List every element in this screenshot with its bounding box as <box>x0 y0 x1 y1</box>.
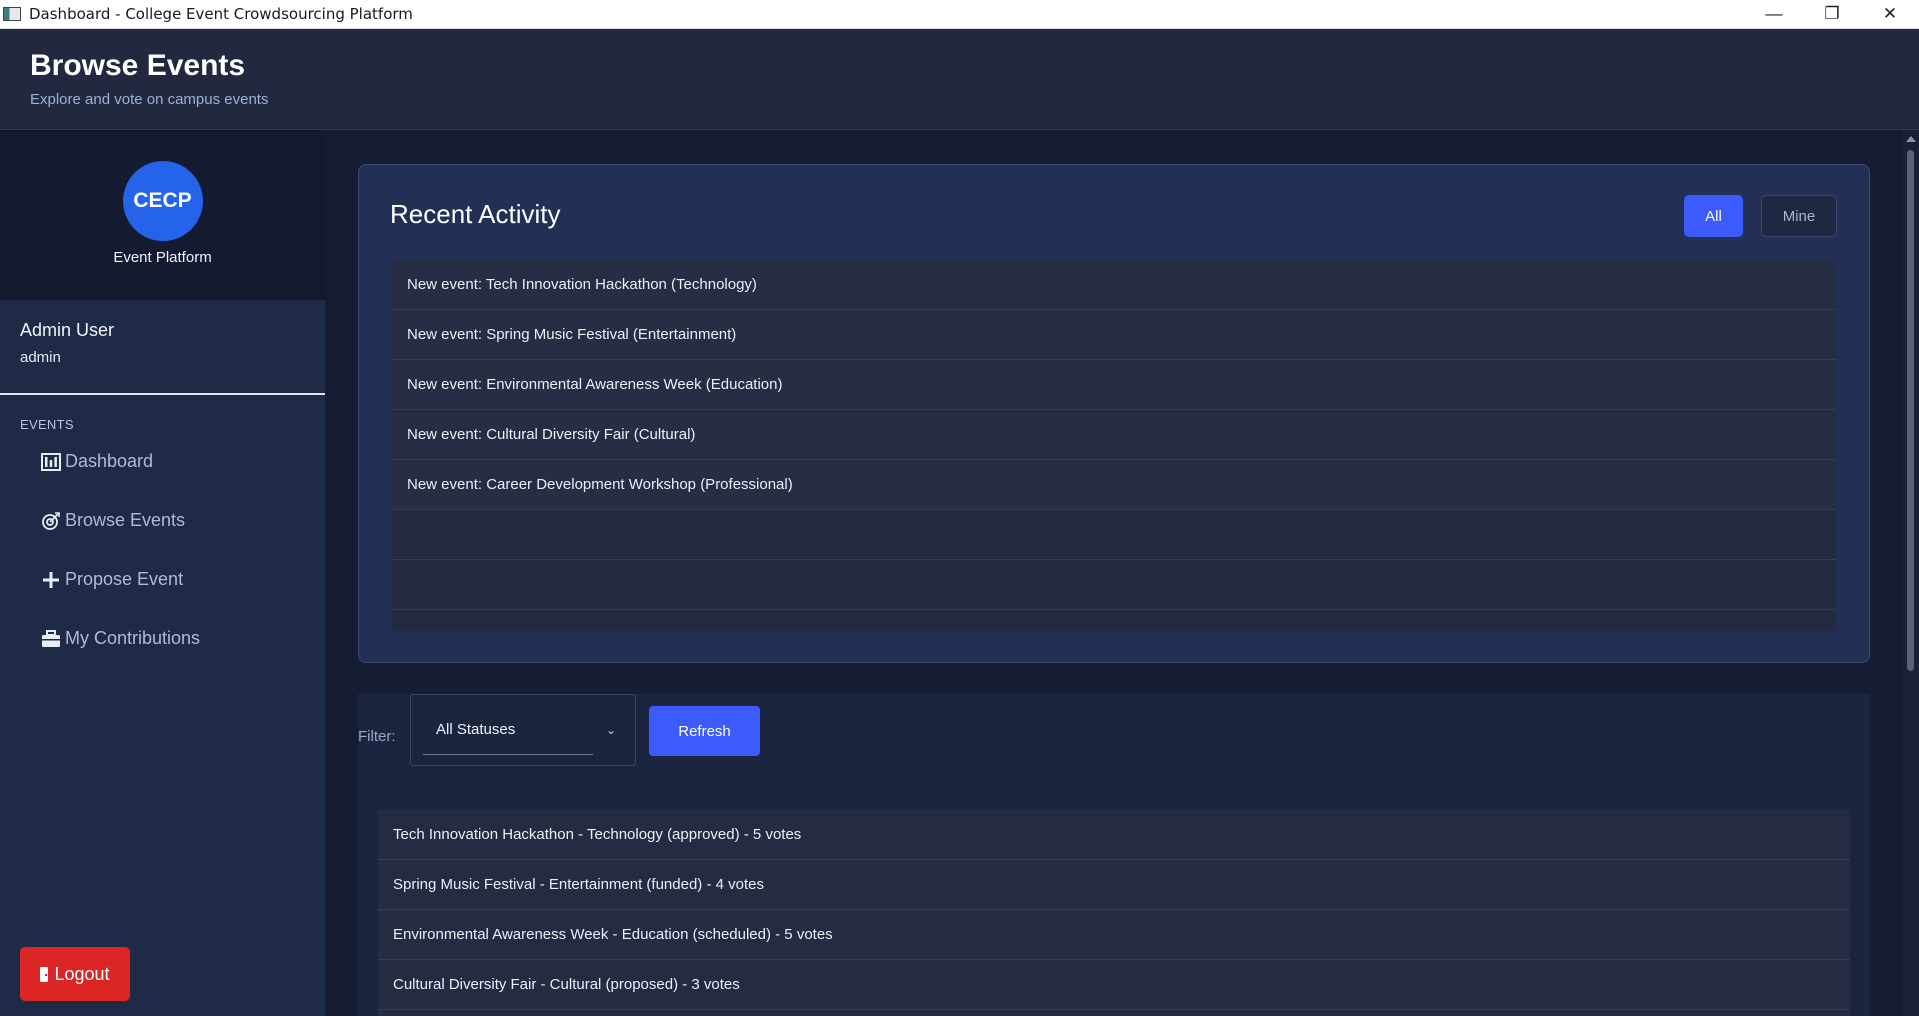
window-controls: — ❐ ✕ <box>1745 0 1919 29</box>
nav-section: EVENTS Dashboard Browse Events Propose E… <box>0 395 325 668</box>
user-name: Admin User <box>20 320 115 340</box>
list-item[interactable] <box>378 1010 1850 1016</box>
sidebar-item-label: Dashboard <box>65 451 154 471</box>
user-info: Admin User admin <box>0 300 325 395</box>
status-filter-value: All Statuses <box>436 721 516 738</box>
window-title: Dashboard - College Event Crowdsourcing … <box>29 5 413 23</box>
close-button[interactable]: ✕ <box>1861 0 1919 29</box>
select-underline <box>423 754 593 755</box>
list-item[interactable]: New event: Career Development Workshop (… <box>392 460 1836 510</box>
logout-label: Logout <box>54 963 110 984</box>
sidebar: CECP Event Platform Admin User admin EVE… <box>0 130 325 1016</box>
sidebar-item-propose-event[interactable]: Propose Event <box>0 550 325 609</box>
sidebar-item-label: Browse Events <box>65 510 186 530</box>
list-item[interactable]: New event: Environmental Awareness Week … <box>392 360 1836 410</box>
refresh-button[interactable]: Refresh <box>649 706 760 756</box>
list-item-empty <box>392 510 1836 560</box>
sidebar-item-browse-events[interactable]: Browse Events <box>0 491 325 550</box>
list-item-empty <box>392 610 1836 631</box>
sidebar-item-label: Propose Event <box>65 569 184 589</box>
bar-chart-icon <box>40 451 62 473</box>
minimize-button[interactable]: — <box>1745 0 1803 29</box>
door-icon <box>40 966 49 982</box>
brand-name: Event Platform <box>113 249 212 266</box>
recent-activity-title: Recent Activity <box>390 199 561 229</box>
scrollbar-thumb[interactable] <box>1907 150 1914 671</box>
user-role: admin <box>20 349 61 366</box>
events-filter-section: Filter: All Statuses ⌄ Refresh Tech Inno… <box>358 694 1870 1016</box>
page-title: Browse Events <box>30 49 246 82</box>
list-item[interactable]: Spring Music Festival - Entertainment (f… <box>378 860 1850 910</box>
events-list[interactable]: Tech Innovation Hackathon - Technology (… <box>378 810 1850 1016</box>
activity-list[interactable]: New event: Tech Innovation Hackathon (Te… <box>392 260 1836 631</box>
page-header: Browse Events Explore and vote on campus… <box>0 29 1919 130</box>
list-item[interactable]: New event: Spring Music Festival (Entert… <box>392 310 1836 360</box>
main-content: Recent Activity All Mine New event: Tech… <box>325 130 1902 1016</box>
brand-block: CECP Event Platform <box>0 130 325 300</box>
status-filter-select[interactable]: All Statuses ⌄ <box>410 694 636 766</box>
list-item-empty <box>392 560 1836 610</box>
list-item[interactable]: New event: Tech Innovation Hackathon (Te… <box>392 260 1836 310</box>
main-scrollbar[interactable] <box>1902 130 1919 1016</box>
chevron-down-icon: ⌄ <box>606 723 617 737</box>
sidebar-item-my-contributions[interactable]: My Contributions <box>0 609 325 668</box>
list-item[interactable]: New event: Cultural Diversity Fair (Cult… <box>392 410 1836 460</box>
briefcase-icon <box>40 628 62 650</box>
window-titlebar: Dashboard - College Event Crowdsourcing … <box>0 0 1919 29</box>
filter-mine-button[interactable]: Mine <box>1761 195 1837 237</box>
scroll-up-icon[interactable] <box>1906 136 1916 142</box>
logout-button[interactable]: Logout <box>20 947 130 1001</box>
restore-button[interactable]: ❐ <box>1803 0 1861 29</box>
page-subtitle: Explore and vote on campus events <box>30 91 269 108</box>
app-icon <box>3 7 21 21</box>
list-item[interactable]: Environmental Awareness Week - Education… <box>378 910 1850 960</box>
filter-label: Filter: <box>358 728 396 745</box>
list-item[interactable]: Tech Innovation Hackathon - Technology (… <box>378 810 1850 860</box>
plus-icon <box>40 569 62 591</box>
sidebar-item-label: My Contributions <box>65 628 201 648</box>
recent-activity-card: Recent Activity All Mine New event: Tech… <box>358 164 1870 663</box>
filter-all-button[interactable]: All <box>1684 195 1743 237</box>
brand-logo: CECP <box>122 161 203 241</box>
nav-section-heading: EVENTS <box>20 417 74 432</box>
target-icon <box>40 510 62 532</box>
list-item[interactable]: Cultural Diversity Fair - Cultural (prop… <box>378 960 1850 1010</box>
sidebar-item-dashboard[interactable]: Dashboard <box>0 432 325 491</box>
